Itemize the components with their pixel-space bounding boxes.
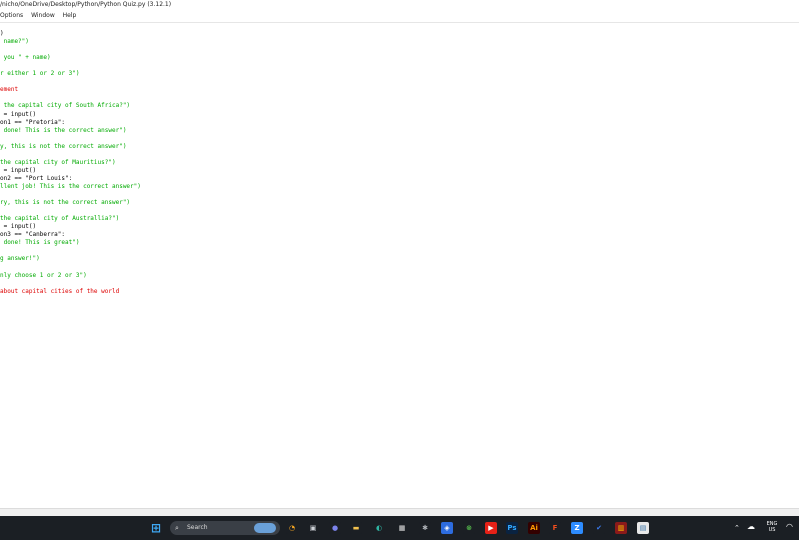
window-titlebar: /nicho/OneDrive/Desktop/Python/Python Qu… [0, 0, 799, 10]
teams-icon[interactable]: ● [329, 522, 341, 534]
code-line: name?") [0, 38, 29, 46]
zoom-icon[interactable]: Z [571, 522, 583, 534]
code-line: ry, this is not the correct answer") [0, 199, 131, 207]
code-line: ement [0, 86, 19, 94]
photoshop-icon[interactable]: Ps [506, 522, 518, 534]
code-line: on1 == "Pretoria": [0, 118, 66, 126]
menu-help[interactable]: Help [60, 10, 80, 22]
code-line: ) [0, 30, 4, 37]
xbox-icon[interactable]: ⊗ [463, 522, 475, 534]
code-line: on2 == "Port Louis": [0, 174, 73, 182]
code-line: the capital city of South Africa?") [0, 102, 131, 110]
weather-cloud-icon[interactable]: ☁ [747, 523, 755, 531]
code-line: about capital cities of the world [0, 287, 120, 295]
python-idle-icon[interactable]: ▤ [637, 522, 649, 534]
language-bottom: US [768, 527, 776, 533]
code-line: done! This is great") [0, 239, 80, 247]
widgets-icon[interactable]: ◔ [286, 522, 298, 534]
menu-options[interactable]: Options [0, 10, 26, 22]
wifi-icon[interactable]: ◠ [786, 523, 793, 531]
code-line: g answer!") [0, 255, 40, 263]
menu-bar: Options Window Help [0, 10, 799, 23]
code-line: the capital city of Australlia?") [0, 215, 120, 223]
window-title: /nicho/OneDrive/Desktop/Python/Python Qu… [0, 1, 172, 8]
code-line: the capital city of Mauritius?") [0, 158, 116, 166]
code-line: = input() [0, 110, 37, 118]
language-indicator[interactable]: ENG US [764, 521, 780, 533]
code-line: y, this is not the correct answer") [0, 142, 127, 150]
settings-icon[interactable]: ✱ [419, 522, 431, 534]
edge-icon[interactable]: ◐ [373, 522, 385, 534]
menu-window[interactable]: Window [28, 10, 58, 22]
figma-icon[interactable]: F [549, 522, 561, 534]
store-icon[interactable]: ▦ [396, 522, 408, 534]
code-line: you " + name) [0, 54, 51, 62]
todo-icon[interactable]: ✔ [593, 522, 605, 534]
winrar-icon[interactable]: ▥ [615, 522, 627, 534]
illustrator-icon[interactable]: Ai [528, 522, 540, 534]
search-icon: ⌕ [175, 524, 179, 532]
youtube-icon[interactable]: ▶ [485, 522, 497, 534]
code-line: nly choose 1 or 2 or 3") [0, 271, 87, 279]
search-label: Search [187, 524, 208, 531]
taskbar-search[interactable]: ⌕ Search [170, 521, 280, 535]
code-line: = input() [0, 166, 37, 174]
code-editor[interactable]: ) name?") you " + name) r either 1 or 2 o… [0, 24, 799, 508]
chevron-up-icon[interactable]: ⌃ [734, 525, 740, 532]
code-line: r either 1 or 2 or 3") [0, 70, 80, 78]
task-view-icon[interactable]: ▣ [307, 522, 319, 534]
start-icon[interactable]: ⊞ [150, 522, 162, 534]
file-explorer-icon[interactable]: ▬ [350, 522, 362, 534]
code-line: llent job! This is the correct answer") [0, 182, 141, 190]
search-highlight-icon [254, 523, 276, 533]
code-line: = input() [0, 223, 37, 231]
taskbar: ⌕ Search ⌃ ☁ ENG US ◠ ⊞ ◔ ▣ ● ▬ ◐ ▦ ✱ ◈ ⊗ ▶ Ps Ai F Z ✔… [0, 516, 799, 540]
code-line: done! This is the correct answer") [0, 126, 127, 134]
code-line: on3 == "Canberra": [0, 231, 66, 239]
photos-icon[interactable]: ◈ [441, 522, 453, 534]
